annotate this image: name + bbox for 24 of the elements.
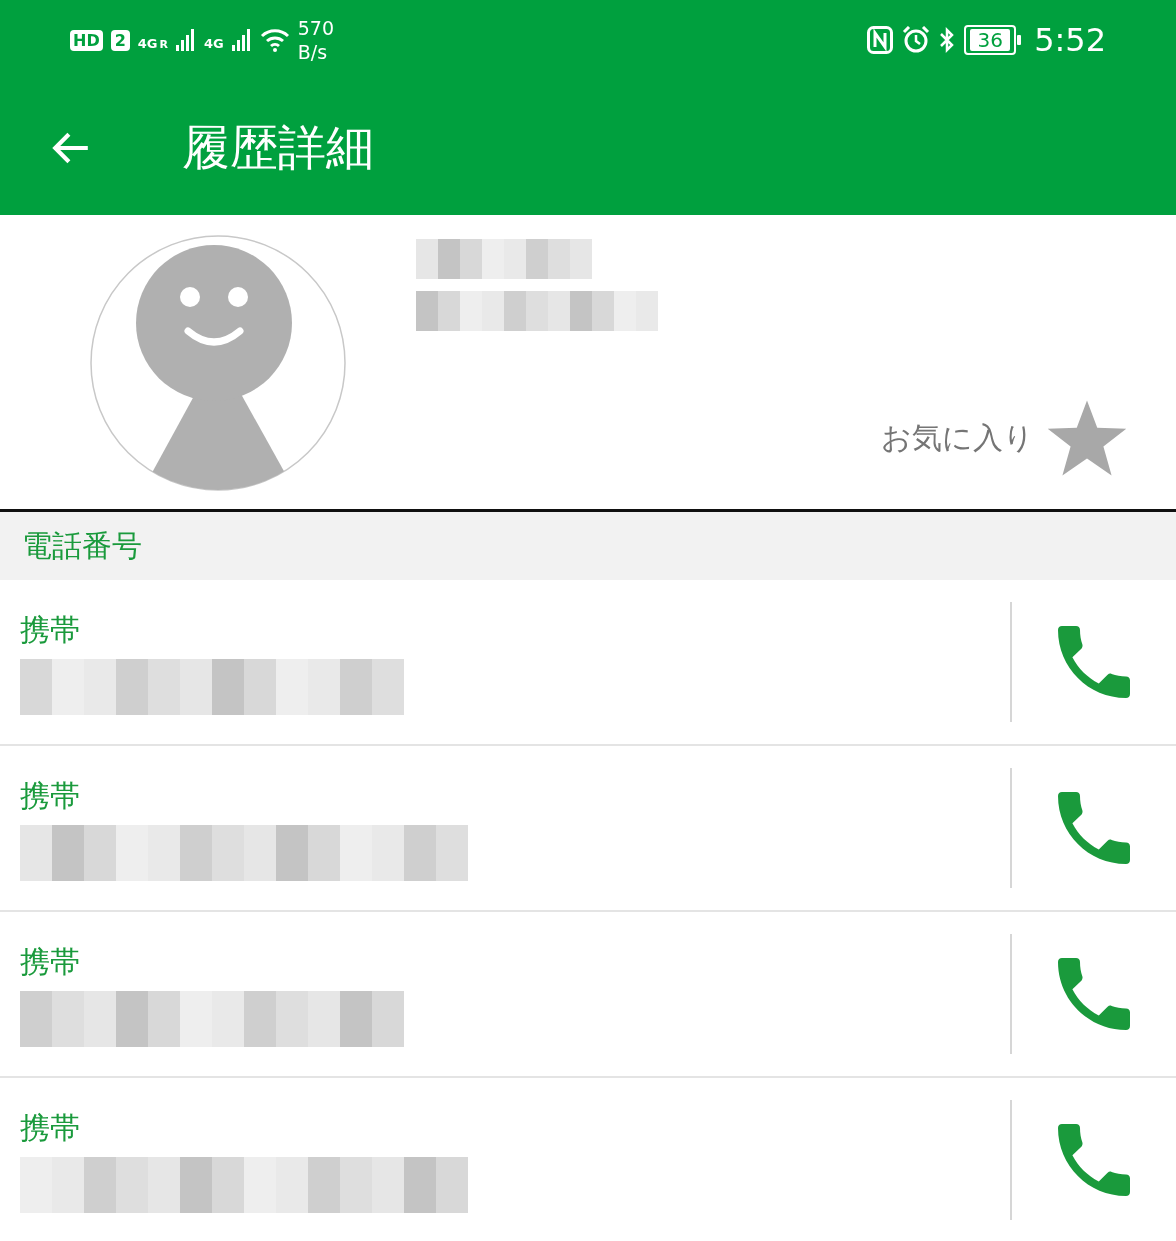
network-label: 4G xyxy=(204,36,224,51)
phone-icon xyxy=(1056,1122,1132,1198)
phone-icon xyxy=(1056,956,1132,1032)
speed-value: 570 xyxy=(297,16,334,40)
phone-type-label: 携帯 xyxy=(20,610,81,649)
nfc-icon xyxy=(866,26,895,54)
network-label: 4G R xyxy=(137,36,168,51)
favorite-label: お気に入り xyxy=(881,418,1034,457)
avatar-icon xyxy=(90,235,346,491)
signal-icon xyxy=(176,29,196,51)
phone-icon xyxy=(1056,790,1132,866)
phone-type-label: 携帯 xyxy=(20,1108,81,1147)
alarm-icon xyxy=(902,26,931,54)
hd-badge: HD xyxy=(70,29,103,51)
speed-unit: B/s xyxy=(297,40,329,64)
sim-badge: 2 xyxy=(110,29,130,51)
clock-time: 5:52 xyxy=(1034,21,1106,59)
phone-icon xyxy=(1056,624,1132,700)
phone-type-label: 携帯 xyxy=(20,942,81,981)
page-title: 履歴詳細 xyxy=(182,117,374,177)
phone-type-label: 携帯 xyxy=(20,776,81,815)
wifi-icon xyxy=(259,28,290,52)
signal-icon xyxy=(231,29,252,51)
section-title: 電話番号 xyxy=(22,526,142,565)
